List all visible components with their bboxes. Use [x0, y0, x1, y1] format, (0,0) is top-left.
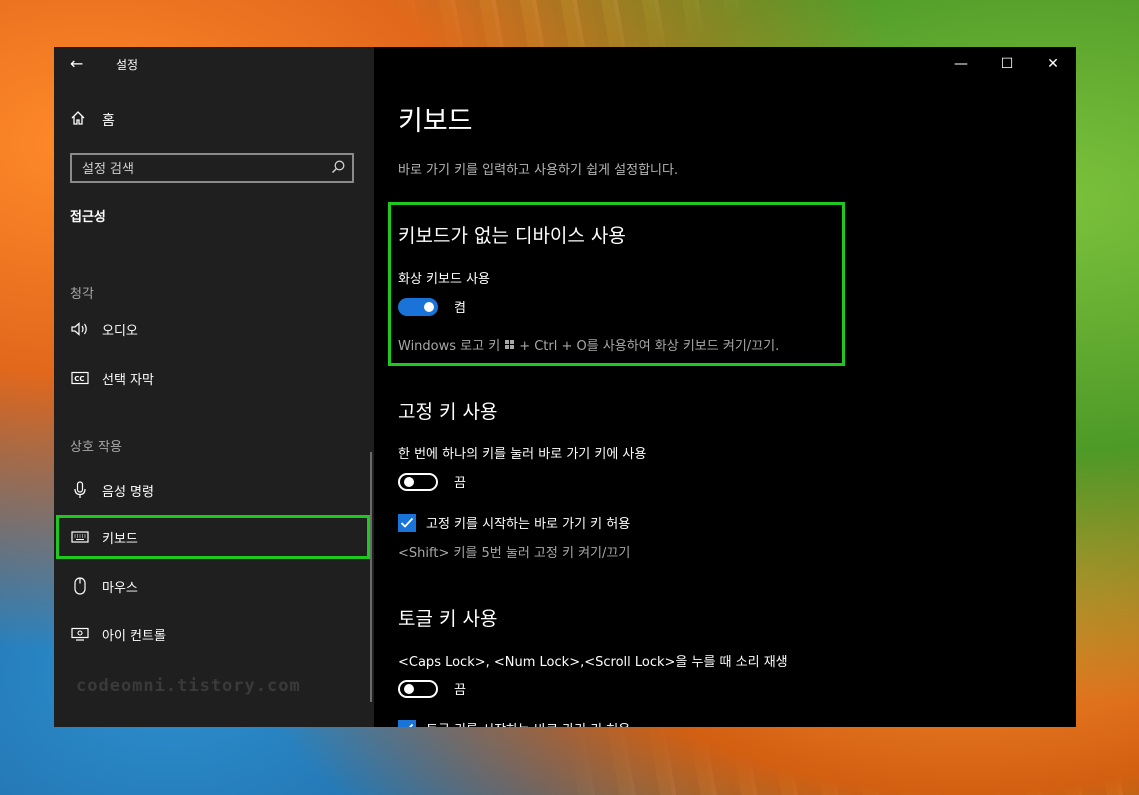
page-title: 키보드: [398, 106, 473, 137]
sidebar-item-label: 음성 명령: [102, 484, 154, 500]
checkmark-icon: [408, 723, 414, 727]
onscreen-keyboard-hint: Windows 로고 키 + Ctrl + O를 사용하여 화상 키보드 켜기/…: [398, 339, 780, 354]
search-box[interactable]: [70, 153, 354, 183]
toggle-keys-toggle[interactable]: [398, 679, 438, 698]
sticky-keys-label: 한 번에 하나의 키를 눌러 바로 가기 키에 사용: [398, 447, 647, 462]
section-heading-toggle-keys: 토글 키 사용: [398, 608, 498, 630]
toggle-state-label: 끔: [454, 683, 466, 698]
sidebar-item-speech[interactable]: 음성 명령: [54, 468, 371, 512]
microphone-icon: [70, 481, 90, 499]
sidebar-item-mouse[interactable]: 마우스: [54, 564, 371, 608]
search-icon[interactable]: [331, 160, 345, 174]
maximize-button[interactable]: ☐: [984, 47, 1030, 81]
toggle-keys-toggle-row: 끔: [398, 679, 466, 698]
sidebar-item-label: 마우스: [102, 580, 138, 596]
section-label-hearing: 청각: [70, 287, 94, 302]
sticky-keys-toggle[interactable]: [398, 472, 438, 491]
mouse-icon: [70, 577, 90, 595]
toggle-state-label: 켬: [454, 301, 466, 316]
section-heading-onscreen: 키보드가 없는 디바이스 사용: [398, 225, 626, 247]
settings-window: ← 설정 홈 접근성 청각 오디오 CC: [54, 47, 1076, 727]
eye-control-icon: [70, 627, 90, 641]
svg-text:CC: CC: [74, 375, 84, 383]
sidebar-item-eye-control[interactable]: 아이 컨트롤: [54, 612, 371, 656]
title-bar: ← 설정: [54, 47, 374, 81]
sticky-keys-toggle-row: 끔: [398, 472, 466, 491]
sidebar-item-label: 오디오: [102, 323, 138, 339]
page-description: 바로 가기 키를 입력하고 사용하기 쉽게 설정합니다.: [398, 163, 679, 178]
toggle-keys-shortcut-row[interactable]: 토글 키를 시작하는 바로 가기 키 허용: [398, 719, 630, 727]
toggle-keys-label: <Caps Lock>, <Num Lock>,<Scroll Lock>을 누…: [398, 655, 788, 670]
sidebar-scrollbar[interactable]: [370, 452, 372, 702]
minimize-icon: —: [954, 56, 968, 72]
keyboard-icon: [70, 531, 90, 543]
checkbox-label: 고정 키를 시작하는 바로 가기 키 허용: [426, 517, 631, 532]
toggle-keys-shortcut-checkbox[interactable]: [398, 719, 416, 727]
checkmark-icon: [400, 517, 414, 528]
toggle-state-label: 끔: [454, 476, 466, 491]
onscreen-keyboard-toggle-row: 켬: [398, 297, 466, 316]
minimize-button[interactable]: —: [938, 47, 984, 81]
close-icon: ✕: [1047, 56, 1059, 72]
maximize-icon: ☐: [1000, 56, 1014, 72]
watermark: codeomni.tistory.com: [76, 676, 301, 696]
window-controls: — ☐ ✕: [938, 47, 1076, 81]
category-title: 접근성: [70, 210, 106, 225]
checkbox-label: 토글 키를 시작하는 바로 가기 키 허용: [426, 719, 630, 727]
speaker-icon: [70, 322, 90, 336]
home-icon: [70, 110, 88, 130]
sidebar-item-audio[interactable]: 오디오: [54, 307, 371, 351]
onscreen-keyboard-toggle[interactable]: [398, 297, 438, 316]
sticky-keys-shortcut-checkbox[interactable]: [398, 513, 416, 532]
sidebar-item-keyboard[interactable]: 키보드: [56, 515, 370, 559]
sidebar-item-label: 아이 컨트롤: [102, 628, 166, 644]
windows-logo-icon: [505, 340, 515, 349]
main-content: — ☐ ✕ 키보드 바로 가기 키를 입력하고 사용하기 쉽게 설정합니다. 키…: [374, 47, 1076, 727]
closed-caption-icon: CC: [70, 371, 90, 385]
close-button[interactable]: ✕: [1030, 47, 1076, 81]
sticky-keys-shortcut-row[interactable]: 고정 키를 시작하는 바로 가기 키 허용: [398, 513, 630, 532]
onscreen-keyboard-label: 화상 키보드 사용: [398, 272, 490, 287]
sidebar-item-label: 선택 자막: [102, 372, 154, 388]
home-nav-item[interactable]: 홈: [70, 109, 115, 131]
home-label: 홈: [102, 113, 115, 129]
app-title: 설정: [116, 58, 139, 72]
sidebar: ← 설정 홈 접근성 청각 오디오 CC: [54, 47, 374, 727]
section-label-interaction: 상호 작용: [70, 440, 122, 455]
section-heading-sticky-keys: 고정 키 사용: [398, 401, 498, 423]
back-arrow-icon[interactable]: ←: [70, 54, 83, 73]
sticky-keys-hint: <Shift> 키를 5번 눌러 고정 키 켜기/끄기: [398, 546, 631, 561]
sidebar-item-closed-captions[interactable]: CC 선택 자막: [54, 356, 371, 400]
sidebar-item-label: 키보드: [102, 531, 138, 547]
search-input[interactable]: [72, 155, 324, 183]
